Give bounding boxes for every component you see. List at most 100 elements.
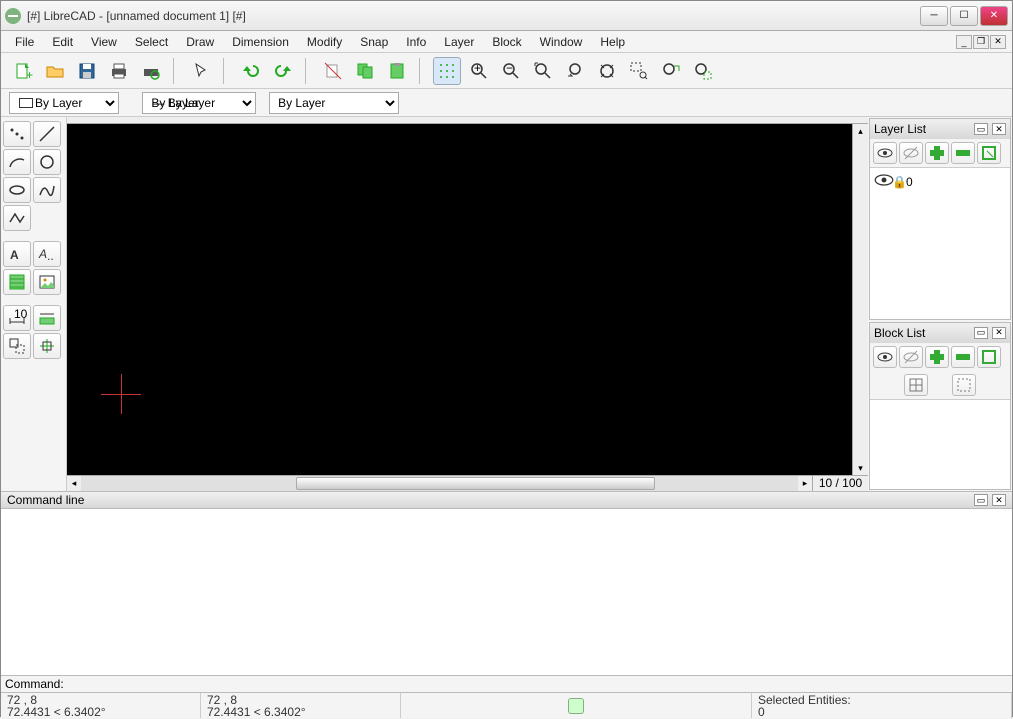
tool-dimension[interactable]: 10	[3, 305, 31, 331]
horizontal-scrollbar[interactable]	[81, 476, 798, 491]
layer-edit-button[interactable]	[977, 142, 1001, 164]
panel-close-icon[interactable]: ✕	[992, 327, 1006, 339]
svg-text:10: 10	[14, 308, 27, 321]
eye-icon[interactable]	[874, 170, 888, 193]
menu-snap[interactable]: Snap	[352, 33, 396, 51]
layer-remove-button[interactable]	[951, 142, 975, 164]
tool-info[interactable]	[33, 333, 61, 359]
mdi-minimize-button[interactable]: _	[956, 35, 972, 49]
tool-polyline[interactable]	[3, 205, 31, 231]
scrollbar-thumb[interactable]	[296, 477, 655, 490]
new-button[interactable]: +	[9, 57, 37, 85]
paste-button[interactable]	[383, 57, 411, 85]
hand-icon[interactable]	[568, 698, 584, 714]
block-add-button[interactable]	[925, 346, 949, 368]
tool-modify[interactable]	[3, 333, 31, 359]
layer-hide-all-button[interactable]	[899, 142, 923, 164]
block-save-button[interactable]	[952, 374, 976, 396]
block-hide-all-button[interactable]	[899, 346, 923, 368]
panel-float-icon[interactable]: ▭	[974, 123, 988, 135]
scroll-down-icon[interactable]: ▾	[854, 461, 868, 475]
menu-help[interactable]: Help	[592, 33, 633, 51]
tool-ellipse[interactable]	[3, 177, 31, 203]
vertical-scrollbar[interactable]: ▴ ▾	[852, 124, 868, 475]
maximize-button[interactable]: ☐	[950, 6, 978, 26]
zoom-redraw-button[interactable]	[593, 57, 621, 85]
menu-select[interactable]: Select	[127, 33, 176, 51]
panel-close-icon[interactable]: ✕	[992, 494, 1006, 506]
block-show-all-button[interactable]	[873, 346, 897, 368]
scroll-right-icon[interactable]: ▸	[798, 476, 812, 491]
zoom-window-button[interactable]	[625, 57, 653, 85]
menu-layer[interactable]: Layer	[436, 33, 482, 51]
menu-view[interactable]: View	[83, 33, 125, 51]
cursor-button[interactable]	[187, 57, 215, 85]
tool-mtext[interactable]: A..	[33, 241, 61, 267]
block-insert-button[interactable]	[904, 374, 928, 396]
menu-info[interactable]: Info	[398, 33, 434, 51]
svg-text:A: A	[38, 247, 47, 261]
tool-point[interactable]	[3, 121, 31, 147]
tool-circle[interactable]	[33, 149, 61, 175]
save-button[interactable]	[73, 57, 101, 85]
redo-button[interactable]	[269, 57, 297, 85]
tool-text[interactable]: A	[3, 241, 31, 267]
panel-float-icon[interactable]: ▭	[974, 494, 988, 506]
tool-spline[interactable]	[33, 177, 61, 203]
menu-modify[interactable]: Modify	[299, 33, 350, 51]
linewidth-select[interactable]: By Layer	[142, 92, 256, 114]
grid-button[interactable]	[433, 57, 461, 85]
print-button[interactable]	[105, 57, 133, 85]
menubar: File Edit View Select Draw Dimension Mod…	[1, 31, 1012, 53]
statusbar: 72 , 8 72.4431 < 6.3402° 72 , 8 72.4431 …	[1, 693, 1012, 718]
menu-dimension[interactable]: Dimension	[224, 33, 297, 51]
minimize-button[interactable]: ─	[920, 6, 948, 26]
menu-file[interactable]: File	[7, 33, 42, 51]
layer-show-all-button[interactable]	[873, 142, 897, 164]
block-edit-button[interactable]	[977, 346, 1001, 368]
close-button[interactable]: ✕	[980, 6, 1008, 26]
layer-list-panel: Layer List ▭ ✕ 🔒 0	[869, 118, 1011, 320]
block-remove-button[interactable]	[951, 346, 975, 368]
svg-text:..: ..	[47, 249, 54, 263]
scroll-up-icon[interactable]: ▴	[854, 124, 868, 138]
cut-button[interactable]	[319, 57, 347, 85]
linetype-select[interactable]: By Layer	[269, 92, 399, 114]
color-select[interactable]	[9, 92, 119, 114]
tool-arc[interactable]	[3, 149, 31, 175]
tool-hatch[interactable]	[3, 269, 31, 295]
layer-add-button[interactable]	[925, 142, 949, 164]
zoom-in-button[interactable]: +	[465, 57, 493, 85]
lock-icon[interactable]: 🔒	[892, 175, 902, 189]
mdi-close-button[interactable]: ✕	[990, 35, 1006, 49]
tool-line[interactable]	[33, 121, 61, 147]
canvas-area: ▴ ▾ ◂ ▸ 10 / 100	[67, 117, 868, 491]
svg-text:A: A	[10, 248, 19, 262]
layer-list-body: 🔒 0	[870, 167, 1010, 319]
panel-float-icon[interactable]: ▭	[974, 327, 988, 339]
zoom-pan-button[interactable]	[657, 57, 685, 85]
mdi-restore-button[interactable]: ❐	[973, 35, 989, 49]
zoom-auto-button[interactable]	[529, 57, 557, 85]
copy-button[interactable]	[351, 57, 379, 85]
undo-button[interactable]	[237, 57, 265, 85]
scroll-left-icon[interactable]: ◂	[67, 476, 81, 491]
menu-window[interactable]: Window	[532, 33, 591, 51]
menu-draw[interactable]: Draw	[178, 33, 222, 51]
command-input[interactable]	[68, 677, 1008, 691]
app-icon	[5, 8, 21, 24]
open-button[interactable]	[41, 57, 69, 85]
print-preview-button[interactable]	[137, 57, 165, 85]
drawing-canvas[interactable]	[67, 124, 852, 475]
layer-row[interactable]: 🔒 0	[870, 168, 1010, 195]
panel-close-icon[interactable]: ✕	[992, 123, 1006, 135]
block-list-panel: Block List ▭ ✕	[869, 322, 1011, 490]
zoom-out-button[interactable]: −	[497, 57, 525, 85]
zoom-selection-button[interactable]	[689, 57, 717, 85]
tool-dimension-aligned[interactable]	[33, 305, 61, 331]
menu-edit[interactable]: Edit	[44, 33, 81, 51]
menu-block[interactable]: Block	[484, 33, 529, 51]
tool-image[interactable]	[33, 269, 61, 295]
command-line-title: Command line	[7, 493, 970, 507]
zoom-previous-button[interactable]	[561, 57, 589, 85]
